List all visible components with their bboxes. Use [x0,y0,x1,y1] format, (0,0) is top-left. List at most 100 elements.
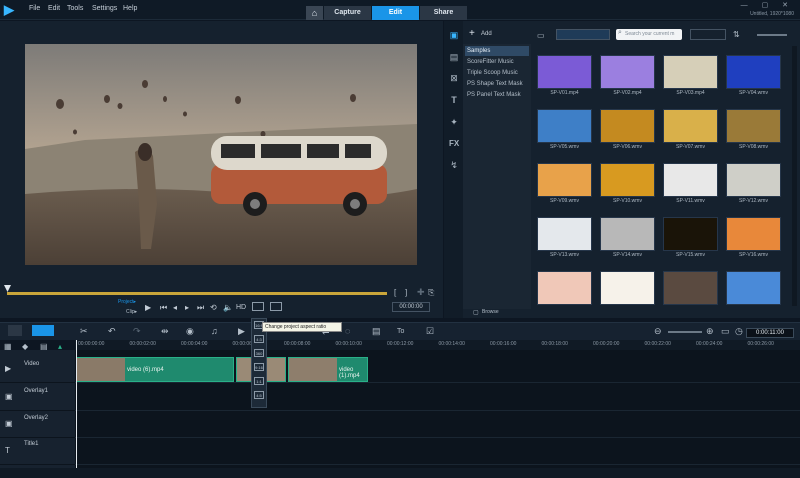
browse-button[interactable]: Browse [482,309,499,315]
tab-share[interactable]: Share [420,6,467,20]
media-thumbnail[interactable]: SP-V07.wmv [663,109,718,153]
timeline-view-icon[interactable] [32,325,54,336]
timeline-scrollbar[interactable] [0,468,800,478]
track-manager-icon[interactable]: ▦ [4,342,12,351]
media-icon[interactable]: ▣ [449,30,459,40]
media-thumbnail[interactable]: SP-V06.wmv [600,109,655,153]
tab-edit[interactable]: Edit [372,6,419,20]
folder-triple-scoop[interactable]: Triple Scoop Music [465,68,529,78]
folder-ps-panel[interactable]: PS Panel Text Mask [465,90,529,100]
media-thumbnail[interactable]: SP-V03.mp4 [663,55,718,99]
media-thumbnail[interactable]: SP-V11.wmv [663,163,718,207]
redo-icon[interactable]: ↷ [133,326,141,337]
mark-out-icon[interactable]: ] [405,288,407,297]
volume-icon[interactable]: 🔈 [223,303,233,312]
clock-icon[interactable]: ◷ [735,326,743,337]
mode-project[interactable]: Project▸ [118,299,136,305]
media-thumbnail[interactable]: SP-V01.mp4 [537,55,592,99]
fit-icon[interactable]: ⇹ [161,326,169,337]
transition-icon[interactable]: ⊠ [449,73,459,83]
camera-icon[interactable]: ▶ [238,326,245,337]
zoom-out-icon[interactable]: ⊖ [654,326,662,337]
media-thumbnail[interactable]: SP-V05.wmv [537,109,592,153]
aspect-option[interactable]: 360 [254,349,264,357]
media-thumbnail[interactable]: SP-V08.wmv [726,109,781,153]
ripple-icon[interactable]: ▤ [40,342,48,351]
menu-file[interactable]: File [29,5,40,12]
media-thumbnail[interactable]: SP-V02.mp4 [600,55,655,99]
player-timecode[interactable]: 00:00:00 [392,302,430,312]
clip-video-6[interactable]: video (6).mp4 [76,357,234,382]
media-thumbnail[interactable]: SP-V14.wmv [600,217,655,261]
play-icon[interactable]: ▶ [145,303,151,312]
hd-button[interactable]: HD [236,304,246,311]
media-thumbnail[interactable] [600,271,655,315]
media-thumbnail[interactable]: SP-V09.wmv [537,163,592,207]
search-input[interactable]: Search your current m [616,29,682,40]
aspect-option[interactable]: 9:16 [254,363,264,371]
folder-scorefitter[interactable]: ScoreFitter Music [465,57,529,67]
playhead[interactable] [76,340,77,468]
split-icon[interactable]: ✚ [417,287,425,298]
media-thumbnail[interactable]: SP-V13.wmv [537,217,592,261]
path-icon[interactable]: ↯ [449,160,459,170]
sort-icon[interactable]: ⇅ [733,30,740,39]
snapshot-icon[interactable]: ⎘ [428,288,434,298]
media-thumbnail[interactable] [537,271,592,315]
storyboard-view-icon[interactable] [8,325,22,336]
lane-title1[interactable] [75,438,800,465]
media-thumbnail[interactable]: SP-V10.wmv [600,163,655,207]
fx-icon[interactable]: FX [449,139,459,149]
next-frame-icon[interactable]: ▸ [185,303,189,312]
timeline-timecode[interactable]: 0:00:11:00 [746,328,794,338]
scrub-bar[interactable] [7,292,387,295]
media-filter-buttons[interactable] [556,29,610,40]
multicam-icon[interactable]: ▤ [372,326,381,337]
folder-samples[interactable]: Samples [465,46,529,56]
media-thumbnail[interactable]: SP-V16.wmv [726,217,781,261]
mode-clip[interactable]: Clip▸ [126,309,137,315]
check-icon[interactable]: ☑ [426,326,434,337]
aspect-option[interactable]: 4:5 [254,391,264,399]
home-start-icon[interactable]: ⏮ [160,303,167,313]
graphic-icon[interactable]: ✦ [449,117,459,127]
aspect-ratio-button[interactable] [252,302,264,311]
ripple-edit-icon[interactable]: ▴ [58,342,62,351]
folder-ps-shape[interactable]: PS Shape Text Mask [465,79,529,89]
menu-edit[interactable]: Edit [48,5,60,12]
media-thumbnail[interactable] [726,271,781,315]
undo-icon[interactable]: ↶ [108,326,116,337]
home-icon[interactable]: ⌂ [306,6,323,20]
library-scrollbar[interactable] [792,46,797,306]
fit-project-icon[interactable]: ▭ [721,326,730,337]
lane-overlay1[interactable] [75,384,800,411]
menu-tools[interactable]: Tools [67,5,83,12]
aspect-option[interactable]: 4:3 [254,335,264,343]
browse-icon[interactable]: ▢ [473,309,479,316]
repeat-icon[interactable]: ⟲ [210,303,217,312]
zoom-in-icon[interactable]: ⊕ [706,326,714,337]
title-icon[interactable]: T [449,95,459,105]
add-button[interactable]: Add [481,31,492,37]
view-toggle[interactable] [690,29,726,40]
zoom-slider[interactable] [668,331,702,333]
menu-settings[interactable]: Settings [92,5,117,12]
clip-video-1[interactable]: video (1).mp4 [288,357,368,382]
tab-capture[interactable]: Capture [324,6,371,20]
mask-icon[interactable]: ◌ [345,326,350,336]
resize-button[interactable] [270,302,282,311]
tools-icon[interactable]: ✂ [80,326,88,337]
thumb-size-slider[interactable] [757,34,787,36]
window-controls[interactable]: — ▢ ✕ [741,1,794,9]
lane-overlay2[interactable] [75,411,800,438]
record-icon[interactable]: ◉ [186,326,194,337]
end-icon[interactable]: ⏭ [197,303,204,313]
media-thumbnail[interactable]: SP-V04.wmv [726,55,781,99]
media-thumbnail[interactable]: SP-V15.wmv [663,217,718,261]
chapter-icon[interactable]: ◆ [22,342,28,351]
instant-project-icon[interactable]: ▤ [449,52,459,62]
folder-icon[interactable]: ▭ [537,31,545,40]
add-icon[interactable]: + [469,28,475,39]
media-thumbnail[interactable] [663,271,718,315]
menu-help[interactable]: Help [123,5,137,12]
